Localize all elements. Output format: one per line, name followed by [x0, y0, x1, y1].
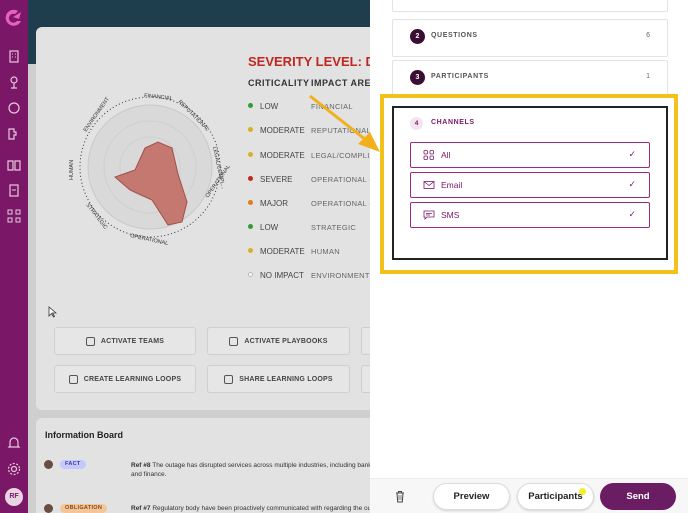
impact-area-header: IMPACT AREA	[311, 78, 378, 88]
impact-radar-chart: FINANCIAL REPUTATIONAL LEGAL/COMPL... OP…	[69, 93, 232, 247]
preview-button[interactable]: Preview	[433, 483, 510, 510]
user-avatar[interactable]: RF	[5, 488, 23, 506]
callout-arrow-icon	[309, 94, 380, 152]
left-nav: RF	[0, 0, 28, 513]
radar-label-operational-2: OPERATIONAL	[130, 233, 169, 247]
avatar	[44, 460, 53, 469]
activate-playbooks-button[interactable]: ACTIVATE PLAYBOOKS	[207, 327, 350, 355]
obligation-badge: OBLIGATION	[60, 504, 108, 513]
logo-icon[interactable]	[4, 8, 24, 28]
network-icon[interactable]	[6, 208, 22, 224]
learning-loop-icon	[68, 374, 78, 384]
criticality-header: CRITICALITY	[248, 78, 310, 88]
status-dot	[248, 127, 253, 132]
building-icon[interactable]	[6, 48, 22, 64]
map-pin-icon[interactable]	[6, 74, 22, 90]
info-item-text[interactable]: Ref #7 Regulatory body have been proacti…	[131, 504, 376, 513]
channel-option-sms[interactable]: SMS ✓	[410, 202, 650, 228]
status-dot	[248, 176, 253, 181]
step-participants[interactable]: 3 PARTICIPANTS 1	[392, 60, 668, 98]
channel-option-all[interactable]: All ✓	[410, 142, 650, 168]
chat-icon[interactable]	[6, 100, 22, 116]
status-dot	[248, 272, 253, 277]
bell-icon[interactable]	[6, 435, 22, 451]
teams-icon	[85, 336, 95, 346]
status-dot	[248, 103, 253, 108]
check-icon: ✓	[628, 209, 636, 219]
severity-row: SEVERE OPERATIONAL - P	[248, 175, 379, 187]
fact-badge: FACT	[60, 460, 86, 469]
mail-icon	[423, 181, 435, 189]
puzzle-icon[interactable]	[6, 126, 22, 142]
severity-row: MODERATE HUMAN	[248, 247, 340, 259]
severity-row: MAJOR OPERATIONAL - P	[248, 199, 379, 211]
status-dot	[248, 248, 253, 253]
severity-row: MODERATE REPUTATIONAL	[248, 126, 371, 138]
status-dot	[248, 224, 253, 229]
notification-dot	[579, 488, 586, 495]
status-dot	[248, 152, 253, 157]
create-learning-loops-button[interactable]: CREATE LEARNING LOOPS	[54, 365, 196, 393]
clipboard-icon[interactable]	[6, 182, 22, 198]
check-icon: ✓	[628, 149, 636, 159]
severity-row: LOW STRATEGIC	[248, 223, 356, 235]
severity-row: MODERATE LEGAL/COMPLIA	[248, 151, 375, 163]
status-dot	[248, 200, 253, 205]
info-item-text[interactable]: Ref #8 The outage has disrupted services…	[131, 461, 376, 479]
activate-teams-button[interactable]: ACTIVATE TEAMS	[54, 327, 196, 355]
mouse-cursor-icon	[48, 306, 57, 318]
sms-icon	[423, 210, 435, 220]
radar-label-financial: FINANCIAL	[144, 93, 173, 102]
step-number-badge: 4	[410, 117, 423, 130]
step-questions[interactable]: 2 QUESTIONS 6	[392, 19, 668, 57]
share-learning-loops-button[interactable]: SHARE LEARNING LOOPS	[207, 365, 350, 393]
send-button[interactable]: Send	[600, 483, 676, 510]
radar-label-human: HUMAN	[69, 160, 75, 180]
grid-icon	[423, 150, 434, 160]
step-collapsed[interactable]	[392, 0, 668, 12]
avatar	[44, 504, 53, 513]
gear-icon[interactable]	[6, 461, 22, 477]
channel-option-email[interactable]: Email ✓	[410, 172, 650, 198]
playbook-icon	[229, 336, 239, 346]
share-icon	[224, 374, 234, 384]
severity-row: LOW FINANCIAL	[248, 102, 353, 114]
severity-row: NO IMPACT ENVIRONMENT	[248, 271, 369, 283]
book-icon[interactable]	[6, 157, 22, 173]
information-board-title: Information Board	[45, 430, 123, 440]
trash-icon[interactable]	[394, 490, 406, 503]
check-icon: ✓	[628, 179, 636, 189]
channels-label: CHANNELS	[431, 119, 475, 126]
